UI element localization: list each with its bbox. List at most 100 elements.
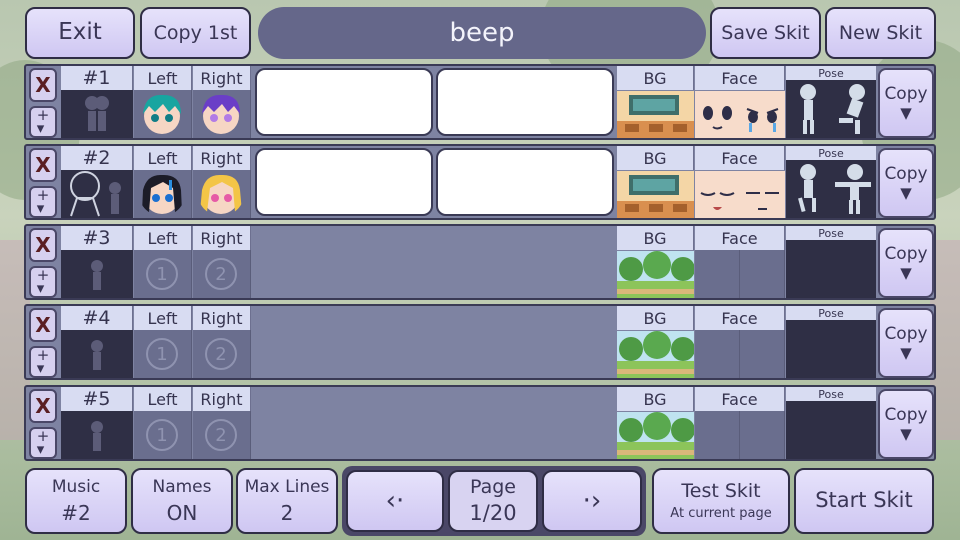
pose-slot-right[interactable] [831, 401, 876, 459]
move-up-down-icon: + ▾ [36, 265, 50, 297]
face-slot-empty[interactable] [695, 411, 740, 459]
dialogue-box-left[interactable] [255, 148, 433, 216]
row-number: #4 [61, 306, 133, 330]
right-header-text: Right [200, 148, 243, 168]
face-slot-empty[interactable] [740, 330, 785, 378]
right-character-slot[interactable]: 2 [193, 411, 251, 459]
copy-row-button[interactable]: Copy ▼ [878, 148, 934, 218]
move-row-button[interactable]: + ▾ [29, 106, 57, 138]
start-skit-button[interactable]: Start Skit [794, 468, 934, 534]
right-character-slot[interactable]: 2 [193, 250, 251, 298]
speaker-cell[interactable] [61, 170, 133, 218]
slot-number: 1 [156, 343, 168, 365]
face-slot-empty[interactable] [740, 250, 785, 298]
left-header-text: Left [147, 68, 178, 88]
face-slot-empty[interactable] [695, 330, 740, 378]
left-character-slot[interactable]: 1 [134, 250, 192, 298]
chevron-left-icon: ‹· [385, 485, 405, 516]
pose-slot-right[interactable] [831, 320, 876, 378]
left-header: Left [134, 226, 192, 250]
character-portrait-icon [200, 174, 242, 214]
classroom-background-thumbnail[interactable] [617, 171, 694, 218]
copy-row-button[interactable]: Copy ▼ [878, 308, 934, 378]
face-expression-thumbnail[interactable] [695, 171, 740, 218]
music-label: Music [51, 476, 101, 497]
move-row-button[interactable]: + ▾ [29, 266, 57, 298]
pose-slot-right[interactable] [831, 240, 876, 298]
delete-row-button[interactable]: X [29, 389, 57, 423]
speaker-cell[interactable] [61, 330, 133, 378]
pose-slot-left[interactable] [786, 160, 831, 218]
dialogue-area-empty[interactable] [252, 306, 616, 378]
character-portrait-icon [143, 94, 181, 134]
left-header-text: Left [147, 148, 178, 168]
music-button[interactable]: Music #2 [25, 468, 127, 534]
move-up-down-icon: + ▾ [36, 345, 50, 377]
copy-row-button[interactable]: Copy ▼ [878, 389, 934, 459]
left-character-slot[interactable]: 1 [134, 411, 192, 459]
dialogue-area-empty[interactable] [252, 226, 616, 298]
left-character-slot[interactable]: 1 [134, 330, 192, 378]
delete-label: X [35, 233, 51, 257]
dialogue-area-empty[interactable] [252, 387, 616, 459]
move-row-button[interactable]: + ▾ [29, 427, 57, 459]
left-character-slot[interactable] [134, 90, 192, 138]
face-expression-thumbnail[interactable] [740, 171, 785, 218]
move-row-button[interactable]: + ▾ [29, 186, 57, 218]
max-lines-button[interactable]: Max Lines 2 [236, 468, 338, 534]
dialogue-box-right[interactable] [436, 148, 614, 216]
left-header: Left [134, 146, 192, 170]
delete-row-button[interactable]: X [29, 148, 57, 182]
slot-number: 2 [215, 343, 227, 365]
face-expression-thumbnail[interactable] [695, 91, 740, 138]
speaker-cell[interactable] [61, 250, 133, 298]
face-header: Face [695, 387, 785, 411]
new-skit-button[interactable]: New Skit [825, 7, 936, 59]
left-header-text: Left [147, 228, 178, 248]
pose-slot-left[interactable] [786, 320, 831, 378]
row-number-text: #4 [82, 307, 111, 329]
save-skit-button[interactable]: Save Skit [710, 7, 821, 59]
left-character-slot[interactable] [134, 170, 192, 218]
move-row-button[interactable]: + ▾ [29, 346, 57, 378]
copy-first-button[interactable]: Copy 1st [140, 7, 251, 59]
delete-row-button[interactable]: X [29, 308, 57, 342]
face-expression-thumbnail[interactable] [740, 91, 785, 138]
left-header-text: Left [147, 308, 178, 328]
speaker-cell[interactable] [61, 90, 133, 138]
names-toggle-button[interactable]: Names ON [131, 468, 233, 534]
next-page-button[interactable]: ·› [542, 470, 642, 532]
pose-slot-left[interactable] [786, 80, 831, 138]
exit-button[interactable]: Exit [25, 7, 135, 59]
delete-row-button[interactable]: X [29, 228, 57, 262]
bg-header-text: BG [643, 389, 667, 409]
right-character-slot[interactable] [193, 170, 251, 218]
copy-row-button[interactable]: Copy ▼ [878, 68, 934, 138]
right-character-slot[interactable]: 2 [193, 330, 251, 378]
park-background-thumbnail[interactable] [617, 251, 694, 298]
pose-slot-left[interactable] [786, 240, 831, 298]
face-slot-empty[interactable] [695, 250, 740, 298]
pose-figure-icon [800, 84, 816, 134]
delete-row-button[interactable]: X [29, 68, 57, 102]
right-character-slot[interactable] [193, 90, 251, 138]
classroom-background-thumbnail[interactable] [617, 91, 694, 138]
pose-slot-left[interactable] [786, 401, 831, 459]
speaker-cell[interactable] [61, 411, 133, 459]
face-slot-empty[interactable] [740, 411, 785, 459]
prev-page-button[interactable]: ‹· [346, 470, 444, 532]
test-skit-button[interactable]: Test Skit At current page [652, 468, 790, 534]
pose-slot-right[interactable] [831, 160, 876, 218]
dialogue-box-left[interactable] [255, 68, 433, 136]
park-background-thumbnail[interactable] [617, 331, 694, 378]
row-number: #3 [61, 226, 133, 250]
park-background-thumbnail[interactable] [617, 412, 694, 459]
copy-row-button[interactable]: Copy ▼ [878, 228, 934, 298]
skit-title-field[interactable]: beep [258, 7, 706, 59]
pose-slot-right[interactable] [831, 80, 876, 138]
bg-header: BG [617, 306, 694, 330]
chevron-right-icon: ·› [582, 485, 602, 516]
dialogue-box-right[interactable] [436, 68, 614, 136]
character-portrait-icon [142, 174, 182, 214]
copy-label: Copy [884, 164, 928, 184]
